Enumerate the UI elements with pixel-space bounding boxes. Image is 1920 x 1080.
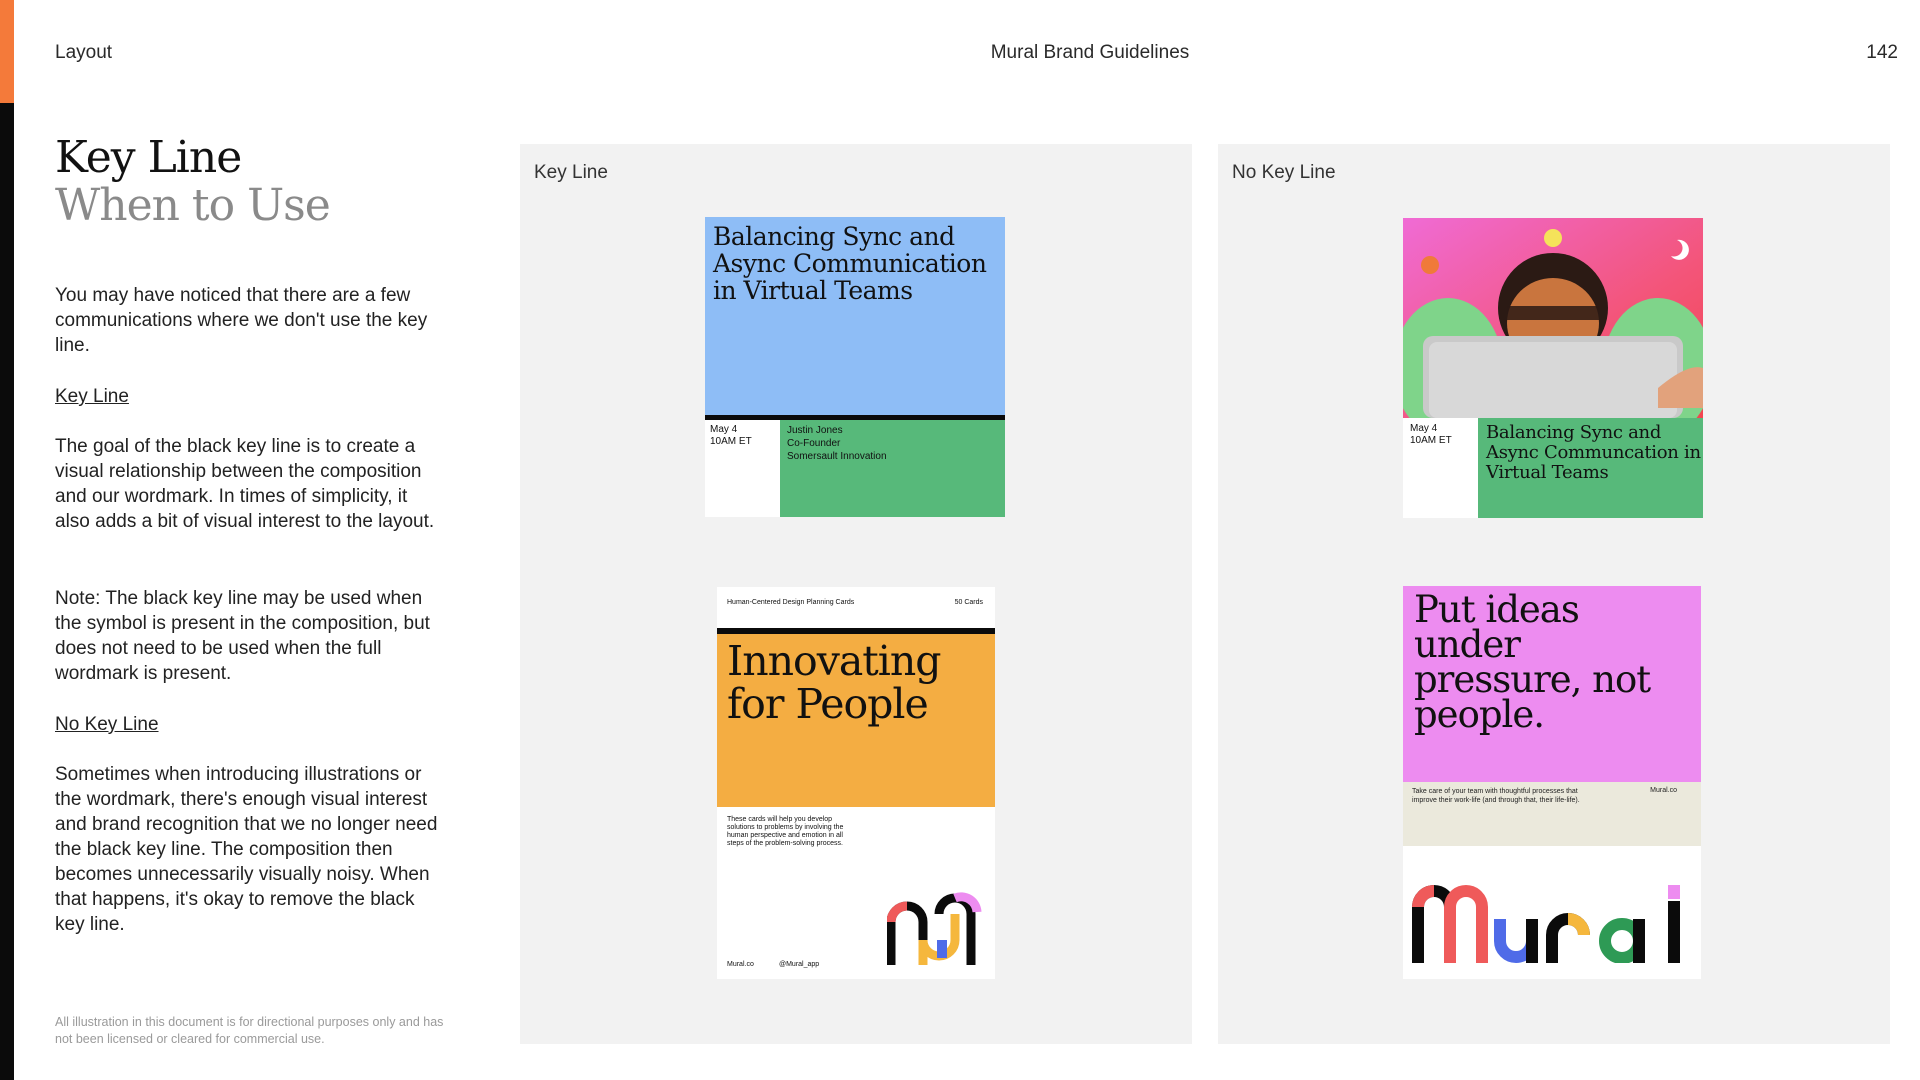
illustrated-date: May 4 (1410, 423, 1438, 434)
wordmark-card-site: Mural.co (1650, 787, 1677, 794)
no-key-line-panel-label: No Key Line (1232, 162, 1336, 183)
header-page-number: 142 (1866, 42, 1898, 63)
key-line-panel-label: Key Line (534, 162, 608, 183)
event-date: May 4 (710, 424, 738, 435)
body-intro: You may have noticed that there are a fe… (55, 283, 445, 358)
edge-accent-black (0, 103, 14, 1080)
illustrated-time: 10AM ET (1410, 435, 1452, 446)
no-key-line-text: Sometimes when introducing illustrations… (55, 764, 438, 935)
wordmark-card-title: Put ideas under pressure, not people. (1414, 588, 1651, 736)
illustration-person-laptop (1403, 218, 1703, 418)
key-line-text: The goal of the black key line is to cre… (55, 436, 435, 532)
key-line-description: The goal of the black key line is to cre… (55, 434, 445, 534)
planning-cards-deck: Human-Centered Design Planning Cards 50 … (717, 587, 995, 979)
key-line-heading: Key Line (55, 384, 445, 409)
speaker-name: Justin Jones (787, 425, 843, 436)
event-card-date: May 4 10AM ET (710, 424, 776, 448)
deck-description: These cards will help you develop soluti… (727, 816, 844, 847)
key-line-heading-text: Key Line (55, 386, 129, 407)
header-doc-title: Mural Brand Guidelines (990, 42, 1190, 63)
deck-count: 50 Cards (954, 599, 983, 606)
illustrated-card-date: May 4 10AM ET (1410, 423, 1476, 447)
page-title: Key Line When to Use (55, 132, 331, 231)
deck-title: Innovating for People (727, 637, 942, 728)
illustrated-card-title: Balancing Sync and Async Communcation in… (1486, 422, 1701, 483)
key-line-panel: Key Line Balancing Sync and Async Commun… (520, 144, 1192, 1044)
deck-site: Mural.co (727, 961, 754, 968)
speaker-role: Co-Founder (787, 438, 841, 449)
page-title-line1: Key Line (55, 132, 242, 183)
deck-series-label: Human-Centered Design Planning Cards (727, 599, 855, 606)
event-card-key-line: Balancing Sync and Async Communication i… (705, 217, 1005, 517)
no-key-line-heading-text: No Key Line (55, 714, 159, 735)
no-key-line-description: Sometimes when introducing illustrations… (55, 762, 445, 937)
no-key-line-panel: No Key Line May 4 10AM ET Balancing Sync… (1218, 144, 1890, 1044)
footnote: All illustration in this document is for… (55, 1015, 444, 1046)
page-title-line2: When to Use (55, 180, 331, 231)
note-text: Note: The black key line may be used whe… (55, 588, 430, 684)
speaker-company: Somersault Innovation (787, 451, 887, 462)
wordmark-card: Put ideas under pressure, not people. Ta… (1403, 586, 1701, 979)
intro-text: You may have noticed that there are a fe… (55, 285, 428, 356)
wordmark-card-text: Take care of your team with thoughtful p… (1412, 788, 1580, 804)
mural-symbol-icon (887, 892, 982, 965)
no-key-line-heading: No Key Line (55, 712, 445, 737)
mural-wordmark-logo (1412, 885, 1680, 963)
deck-handle: @Mural_app (779, 961, 820, 968)
note-block: Note: The black key line may be used whe… (55, 586, 445, 686)
event-time: 10AM ET (710, 436, 752, 447)
event-card-title: Balancing Sync and Async Communication i… (713, 222, 987, 305)
event-card-speaker: Justin Jones Co-Founder Somersault Innov… (787, 424, 997, 463)
event-card-illustrated: May 4 10AM ET Balancing Sync and Async C… (1403, 218, 1703, 518)
